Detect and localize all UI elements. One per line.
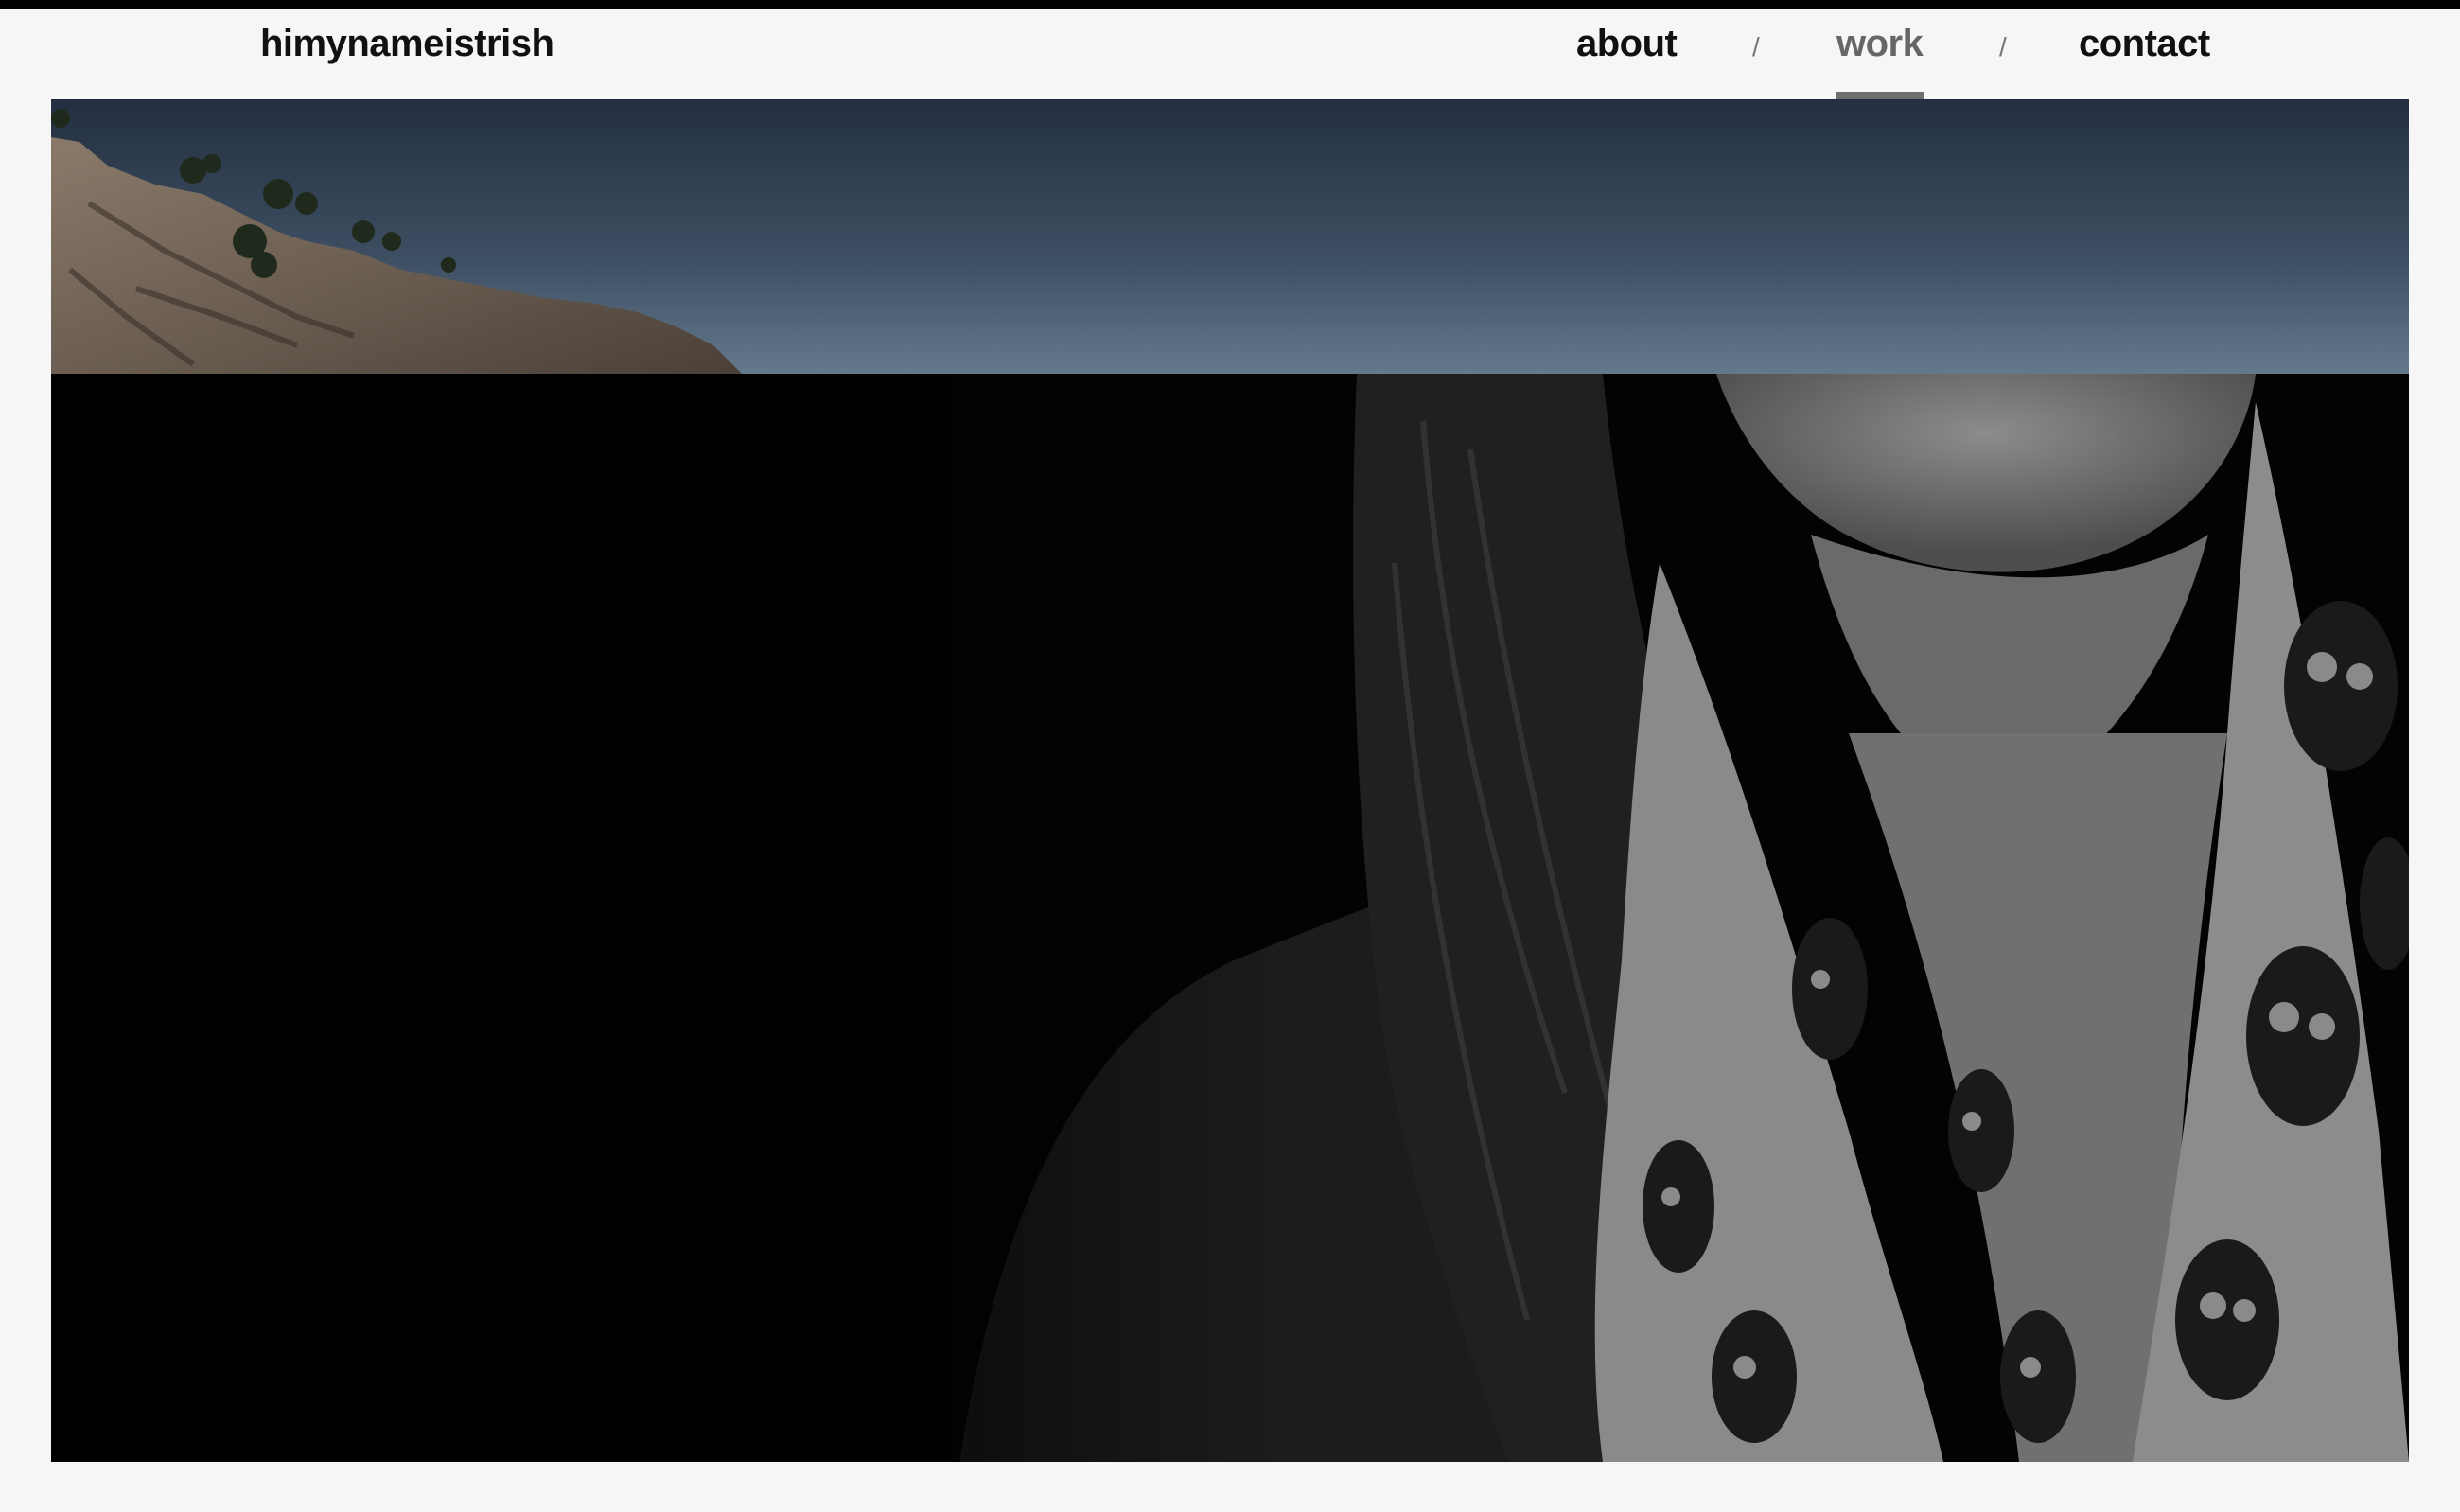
nav-contact[interactable]: contact bbox=[2079, 25, 2210, 62]
portrait-photo bbox=[51, 374, 2409, 1462]
active-nav-underline bbox=[1836, 92, 1924, 99]
hero-slideshow[interactable] bbox=[51, 99, 2409, 1462]
nav-work[interactable]: work bbox=[1836, 25, 1924, 62]
nav-about[interactable]: about bbox=[1576, 25, 1678, 62]
nav-separator: / bbox=[1999, 32, 2007, 62]
mountain-sky-photo bbox=[51, 99, 2409, 374]
main-nav: about / work / contact bbox=[0, 25, 2460, 100]
nav-separator: / bbox=[1752, 32, 1760, 62]
top-border-bar bbox=[0, 0, 2460, 9]
